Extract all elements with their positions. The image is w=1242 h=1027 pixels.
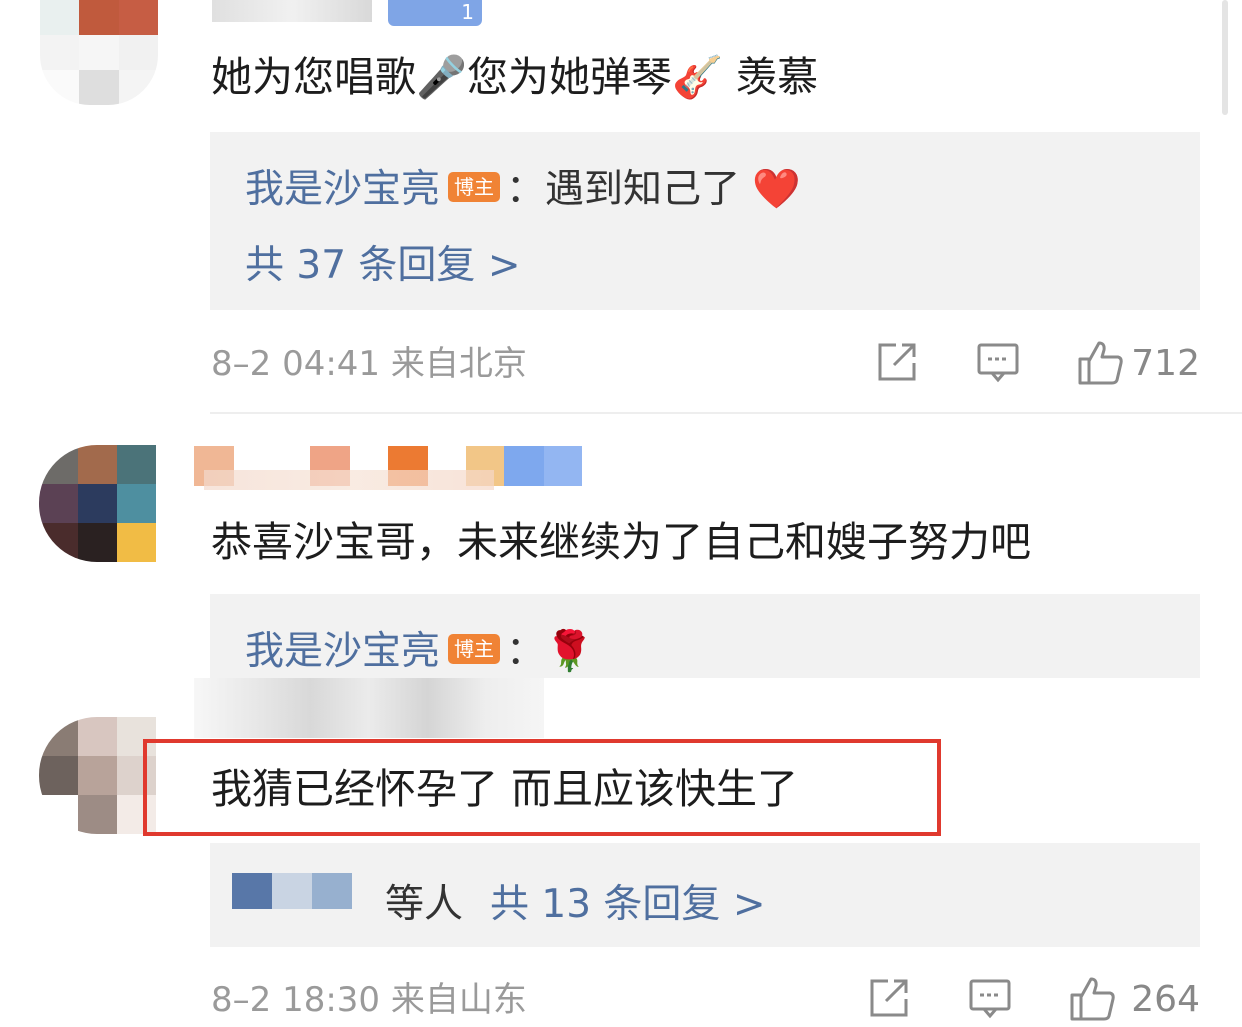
divider <box>210 412 1242 414</box>
view-replies-link[interactable]: 共 37 条回复 > <box>245 234 521 290</box>
level-badge: 1 <box>388 0 482 26</box>
comment-meta: 8–2 18:30 来自山东 264 <box>211 975 1200 1025</box>
reply-box[interactable]: 我是沙宝亮 博主 ：遇到知己了 ❤️ 共 37 条回复 > <box>210 132 1200 310</box>
reply-preview[interactable]: 我是沙宝亮 博主 ：🌹 <box>245 620 594 676</box>
reply-text: 🌹 <box>545 629 594 674</box>
reply-box[interactable]: 我是沙宝亮 博主 ：🌹 <box>210 594 1200 678</box>
thumbs-up-icon[interactable] <box>1077 339 1127 389</box>
comment-text: 我猜已经怀孕了 而且应该快生了 <box>211 765 799 813</box>
reply-separator: ： <box>506 167 546 212</box>
avatar[interactable] <box>39 445 156 562</box>
avatar[interactable] <box>39 717 156 834</box>
share-icon[interactable] <box>874 339 924 389</box>
blogger-badge: 博主 <box>448 171 501 202</box>
scrollbar[interactable] <box>1222 0 1228 115</box>
like-count: 712 <box>1131 343 1200 384</box>
thumbs-up-icon[interactable] <box>1069 975 1119 1025</box>
timestamp-location: 8–2 04:41 来自北京 <box>211 344 527 384</box>
reply-text: 遇到知己了 ❤️ <box>545 167 801 212</box>
replier-names-blurred[interactable] <box>232 873 352 909</box>
reply-preview[interactable]: 我是沙宝亮 博主 ：遇到知己了 ❤️ <box>245 158 801 214</box>
share-icon[interactable] <box>866 975 916 1025</box>
username-blurred[interactable] <box>212 0 372 22</box>
avatar[interactable] <box>40 0 158 105</box>
timestamp-location: 8–2 18:30 来自山东 <box>211 980 527 1020</box>
username-blurred[interactable] <box>194 678 544 738</box>
reply-author[interactable]: 我是沙宝亮 <box>245 629 440 674</box>
reply-separator: ： <box>506 629 546 674</box>
comment-meta: 8–2 04:41 来自北京 712 <box>211 339 1200 389</box>
reply-box[interactable]: 等人 共 13 条回复 > <box>210 843 1200 947</box>
more-prefix: 等人 <box>385 882 464 927</box>
reply-author[interactable]: 我是沙宝亮 <box>245 167 440 212</box>
blogger-badge: 博主 <box>448 633 501 664</box>
comment-icon[interactable] <box>967 975 1017 1025</box>
comment-text: 她为您唱歌🎤您为她弹琴🎸 羡慕 <box>211 53 819 101</box>
comment-icon[interactable] <box>975 339 1025 389</box>
comment-text: 恭喜沙宝哥，未来继续为了自己和嫂子努力吧 <box>211 518 1031 566</box>
view-replies-link[interactable]: 共 13 条回复 > <box>490 873 766 929</box>
like-count: 264 <box>1131 979 1200 1020</box>
username-blurred[interactable] <box>194 446 586 491</box>
